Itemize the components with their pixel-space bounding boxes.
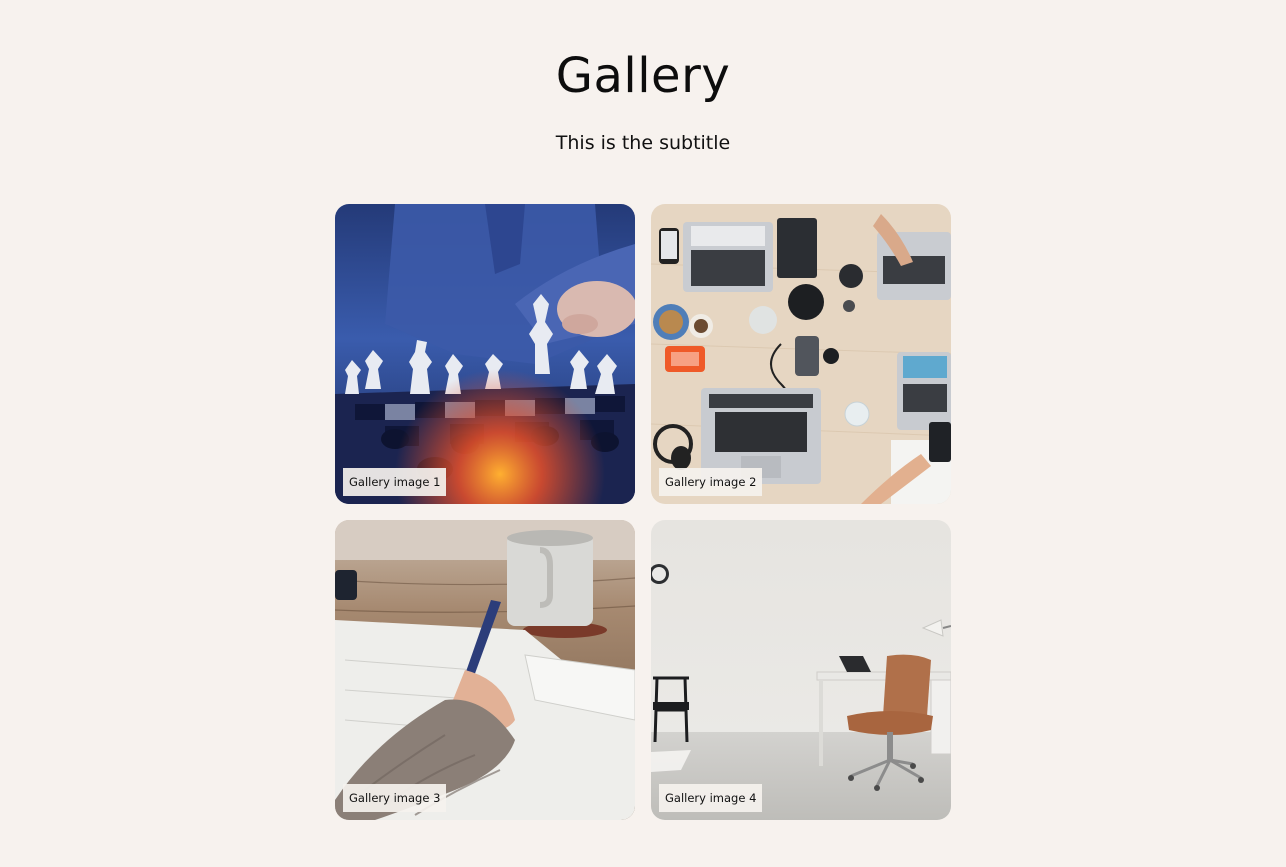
office-photo-icon [651,520,951,820]
gallery-caption: Gallery image 1 [343,468,447,496]
gallery-item-1[interactable]: Gallery image 1 [335,204,635,504]
page-title: Gallery [555,48,731,104]
workspace-photo-icon [651,204,951,504]
writing-photo-icon [335,520,635,820]
gallery-caption: Gallery image 4 [659,784,763,812]
gallery-caption: Gallery image 3 [343,784,447,812]
chess-photo-icon [335,204,635,504]
gallery-caption: Gallery image 2 [659,468,763,496]
page-subtitle: This is the subtitle [555,132,731,154]
gallery-item-3[interactable]: Gallery image 3 [335,520,635,820]
gallery-page: Gallery This is the subtitle Gallery ima… [0,0,1286,867]
gallery-grid: Gallery image 1 Gallery image 2 Gallery … [335,204,951,820]
gallery-item-2[interactable]: Gallery image 2 [651,204,951,504]
gallery-item-4[interactable]: Gallery image 4 [651,520,951,820]
